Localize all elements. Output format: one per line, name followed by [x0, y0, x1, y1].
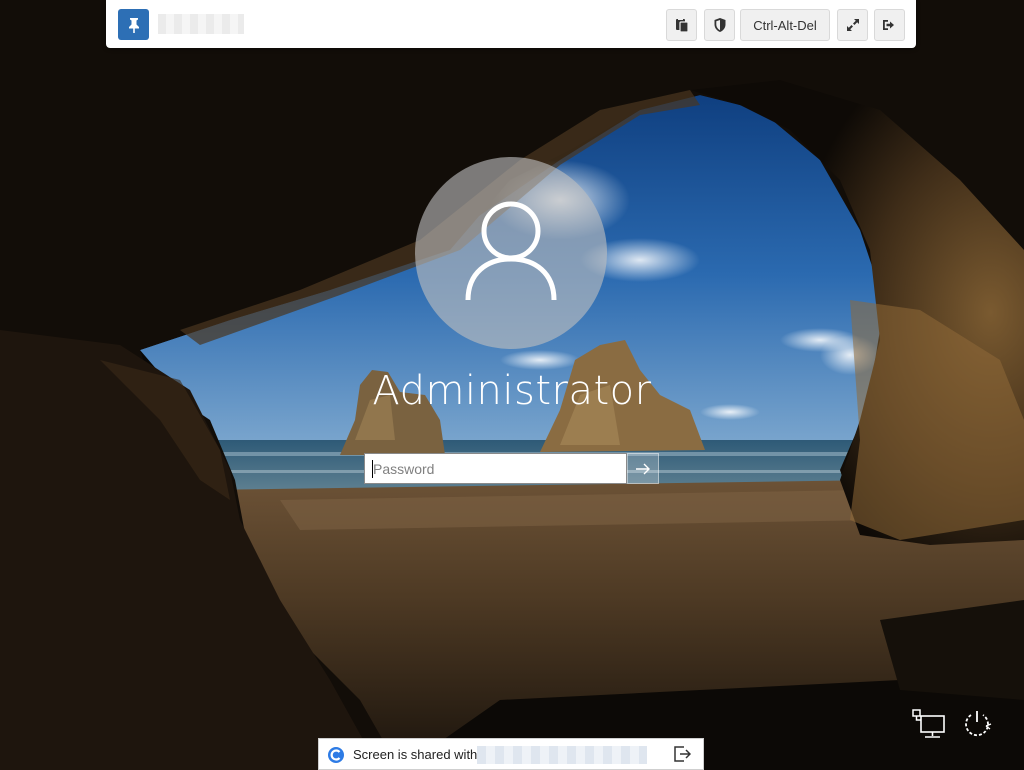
stop-sharing-button[interactable] — [673, 746, 692, 765]
sign-in-submit-button[interactable] — [627, 453, 659, 484]
power-button[interactable] — [960, 708, 994, 744]
remote-session-toolbar: Ctrl-Alt-Del — [106, 0, 916, 48]
username-label: Administrator — [372, 368, 652, 414]
sign-out-icon — [882, 20, 894, 30]
network-icon — [912, 709, 945, 738]
user-avatar — [415, 157, 607, 349]
password-input[interactable] — [365, 454, 634, 483]
screen-share-banner: Screen is shared with — [318, 738, 704, 770]
exit-icon — [674, 746, 692, 762]
expand-icon — [846, 19, 859, 31]
shared-with-redacted — [477, 746, 647, 764]
arrow-right-icon — [636, 463, 650, 474]
password-field-container — [364, 453, 634, 484]
connection-name-redacted — [158, 14, 244, 34]
security-button[interactable] — [704, 9, 735, 41]
shield-icon — [714, 18, 725, 32]
pin-toolbar-button[interactable] — [118, 9, 149, 40]
power-icon — [965, 711, 992, 737]
clipboard-button[interactable] — [666, 9, 697, 41]
fullscreen-button[interactable] — [837, 9, 868, 41]
ctrl-alt-del-label: Ctrl-Alt-Del — [753, 17, 817, 33]
network-button[interactable] — [912, 708, 946, 744]
disconnect-button[interactable] — [874, 9, 905, 41]
text-caret — [372, 460, 373, 478]
ctrl-alt-del-button[interactable]: Ctrl-Alt-Del — [740, 9, 830, 41]
clipboard-icon — [675, 18, 689, 33]
user-icon — [465, 201, 557, 301]
app-logo-icon — [328, 747, 344, 763]
share-banner-text: Screen is shared with — [353, 747, 478, 762]
pin-icon — [128, 17, 139, 33]
